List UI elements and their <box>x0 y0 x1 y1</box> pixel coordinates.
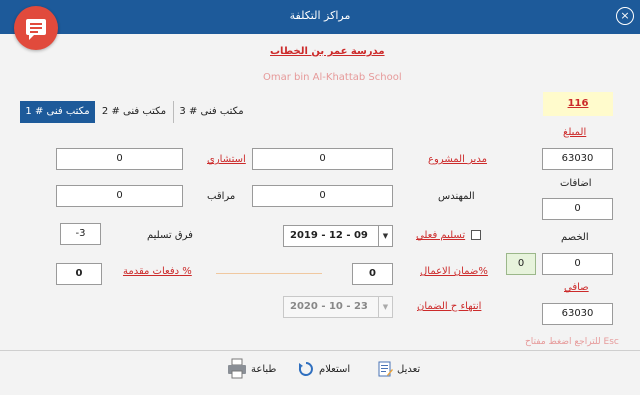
supervisor-label: مراقب <box>207 191 236 202</box>
actual-delivery-checkbox[interactable] <box>471 230 481 240</box>
school-name-arabic: مدرسة عمر بن الخطاب <box>270 46 385 57</box>
toolbar-divider <box>0 350 640 351</box>
discount-field[interactable]: 0 <box>542 253 613 275</box>
works-guarantee-label: ضمان الاعمال% <box>420 266 488 277</box>
actual-delivery-label: تسليم فعلي <box>416 230 466 241</box>
net-label: صافي <box>564 282 589 293</box>
discount-label: الخصم <box>561 232 589 243</box>
additions-field[interactable]: 0 <box>542 198 613 220</box>
window-title: مراكز التكلفة <box>289 9 351 22</box>
school-name-english: Omar bin Al-Khattab School <box>263 72 402 83</box>
query-button[interactable]: استعلام <box>297 360 351 380</box>
delivery-diff-label: فرق تسليم <box>147 230 193 241</box>
record-code: 116 <box>543 92 613 116</box>
works-guarantee-field[interactable]: 0 <box>352 263 393 285</box>
actual-delivery-date: 2019 - 12 - 09 <box>290 230 368 241</box>
project-manager-label: مدير المشروع <box>428 154 487 165</box>
engineer-field[interactable]: 0 <box>252 185 393 207</box>
printer-icon <box>227 358 247 380</box>
edit-icon <box>376 360 394 378</box>
consultant-label: استشاري <box>207 154 246 165</box>
guarantee-end-date-picker[interactable]: 2020 - 10 - 23 ▼ <box>283 296 393 318</box>
chevron-down-icon[interactable]: ▼ <box>378 226 392 246</box>
print-label: طباعة <box>251 364 277 375</box>
esc-hint: للتراجع اضغط مفتاح Esc <box>525 337 619 347</box>
query-label: استعلام <box>319 364 351 375</box>
amount-field[interactable]: 63030 <box>542 148 613 170</box>
net-field[interactable]: 63030 <box>542 303 613 325</box>
edit-label: تعديل <box>397 364 421 375</box>
guarantee-end-label: انتهاء ح الضمان <box>417 301 482 312</box>
delivery-diff-field[interactable]: -3 <box>60 223 101 245</box>
chat-icon <box>14 6 58 50</box>
refresh-icon <box>297 360 315 378</box>
actual-delivery-date-picker[interactable]: 2019 - 12 - 09 ▼ <box>283 225 393 247</box>
engineer-label: المهندس <box>438 191 475 202</box>
tab-office-1[interactable]: مكتب فنى # 1 <box>20 101 95 123</box>
title-bar: مراكز التكلفة × <box>0 0 640 34</box>
edit-button[interactable]: تعديل <box>376 360 424 380</box>
amount-label: المبلغ <box>563 127 587 138</box>
close-button[interactable]: × <box>616 7 634 25</box>
chevron-down-icon[interactable]: ▼ <box>378 297 392 317</box>
print-button[interactable]: طباعة <box>227 358 277 380</box>
project-manager-field[interactable]: 0 <box>252 148 393 170</box>
discount-flag: 0 <box>506 253 536 275</box>
consultant-field[interactable]: 0 <box>56 148 183 170</box>
tab-office-2[interactable]: مكتب فنى # 2 <box>95 101 173 123</box>
advance-payments-field[interactable]: 0 <box>56 263 102 285</box>
divider-line <box>216 273 322 274</box>
supervisor-field[interactable]: 0 <box>56 185 183 207</box>
advance-payments-label: دفعات مقدمة % <box>123 266 192 277</box>
tab-office-3[interactable]: مكتب فنى # 3 <box>173 101 249 123</box>
guarantee-end-date: 2020 - 10 - 23 <box>290 301 368 312</box>
additions-label: اضافات <box>560 178 592 189</box>
